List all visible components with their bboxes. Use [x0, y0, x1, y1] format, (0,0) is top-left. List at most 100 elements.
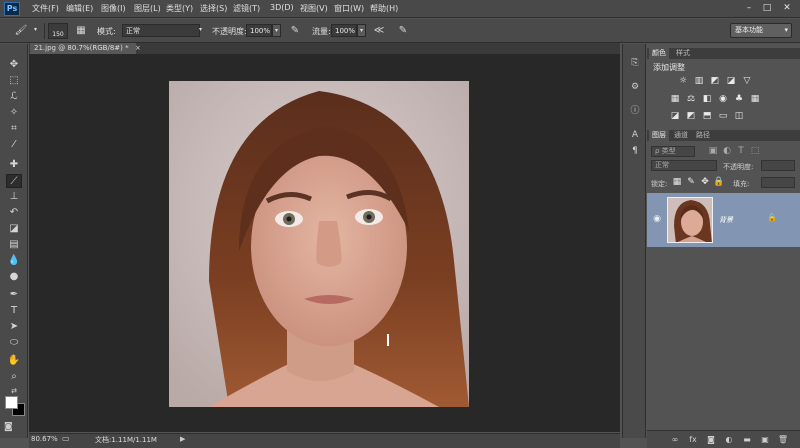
type-tool-icon[interactable]: T — [6, 304, 22, 318]
eraser-tool-icon[interactable]: ◪ — [6, 222, 22, 236]
new-adjustment-icon[interactable]: ◐ — [723, 434, 735, 445]
posterize-icon[interactable]: ◩ — [685, 111, 697, 122]
add-mask-icon[interactable]: ◙ — [705, 434, 717, 445]
brush-preset-icon[interactable]: 🖌 — [14, 24, 28, 38]
document-tab[interactable]: 21.jpg @ 80.7%(RGB/8#) * × — [30, 43, 141, 54]
airbrush-icon[interactable]: ≪ — [372, 24, 386, 38]
brightness-icon[interactable]: ☼ — [677, 76, 689, 87]
blur-tool-icon[interactable]: 💧 — [6, 254, 22, 268]
pressure-size-icon[interactable]: ✎ — [396, 24, 410, 38]
triangle-right-icon[interactable]: ▶ — [180, 435, 185, 443]
layer-row-background[interactable]: ◉ 背景 🔒 — [647, 193, 800, 247]
quick-select-tool-icon[interactable]: ✧ — [6, 106, 22, 120]
minimize-icon[interactable]: – — [742, 2, 756, 15]
delete-layer-icon[interactable]: 🗑 — [777, 434, 789, 445]
pen-tool-icon[interactable]: ✒ — [6, 288, 22, 302]
layer-opacity-field[interactable] — [761, 160, 795, 171]
channel-mixer-icon[interactable]: ♣ — [733, 94, 745, 105]
lock-image-icon[interactable]: ✎ — [685, 177, 697, 188]
tab-channels[interactable]: 通道 — [671, 130, 691, 141]
tab-color[interactable]: 颜色 — [649, 48, 669, 59]
chevron-down-icon[interactable]: ▾ — [357, 24, 366, 37]
color-lookup-icon[interactable]: ▦ — [749, 94, 761, 105]
lock-position-icon[interactable]: ✥ — [699, 177, 711, 188]
lasso-tool-icon[interactable]: ℒ — [6, 90, 22, 104]
new-layer-icon[interactable]: ▣ — [759, 434, 771, 445]
filter-type-icon[interactable]: T — [735, 146, 747, 157]
path-select-tool-icon[interactable]: ➤ — [6, 320, 22, 334]
paragraph-panel-icon[interactable]: ¶ — [627, 144, 643, 158]
info-panel-icon[interactable]: ⓘ — [627, 104, 643, 118]
properties-panel-icon[interactable]: ⚙ — [627, 80, 643, 94]
layer-style-icon[interactable]: fx — [687, 434, 699, 445]
quick-mask-icon[interactable]: ◙ — [4, 422, 13, 432]
fill-field[interactable] — [761, 177, 795, 188]
opacity-field[interactable]: 100% — [246, 24, 272, 37]
threshold-icon[interactable]: ⬒ — [701, 111, 713, 122]
pressure-opacity-icon[interactable]: ✎ — [288, 24, 302, 38]
export-icon[interactable]: ▭ — [62, 434, 70, 443]
new-group-icon[interactable]: ▬ — [741, 434, 753, 445]
menu-3d[interactable]: 3D(D) — [270, 3, 294, 12]
maximize-icon[interactable]: □ — [760, 2, 774, 15]
gradient-tool-icon[interactable]: ▤ — [6, 238, 22, 252]
exposure-icon[interactable]: ◪ — [725, 76, 737, 87]
vibrance-icon[interactable]: ▽ — [741, 76, 753, 87]
menu-file[interactable]: 文件(F) — [32, 3, 59, 14]
lock-transparent-icon[interactable]: ▦ — [671, 177, 683, 188]
history-panel-icon[interactable]: ⎘ — [627, 56, 643, 70]
menu-help[interactable]: 帮助(H) — [370, 3, 398, 14]
curves-icon[interactable]: ◩ — [709, 76, 721, 87]
menu-image[interactable]: 图像(I) — [101, 3, 126, 14]
menu-window[interactable]: 窗口(W) — [334, 3, 364, 14]
filter-adjust-icon[interactable]: ◐ — [721, 146, 733, 157]
hue-saturation-icon[interactable]: ▦ — [669, 94, 681, 105]
flow-field[interactable]: 100% — [331, 24, 357, 37]
move-tool-icon[interactable]: ✥ — [6, 58, 22, 72]
invert-icon[interactable]: ◪ — [669, 111, 681, 122]
layer-name[interactable]: 背景 — [719, 215, 733, 225]
layer-filter-select[interactable]: ρ 类型 — [651, 146, 695, 157]
filter-shape-icon[interactable]: ⬚ — [749, 146, 761, 157]
shape-tool-icon[interactable]: ⬭ — [6, 336, 22, 350]
close-icon[interactable]: ✕ — [780, 2, 794, 15]
tab-styles[interactable]: 样式 — [673, 48, 693, 59]
eyedropper-tool-icon[interactable]: ⁄ — [6, 138, 22, 152]
character-panel-icon[interactable]: A — [627, 128, 643, 142]
chevron-down-icon[interactable]: ▾ — [31, 24, 40, 37]
blend-mode-select[interactable]: 正常 — [651, 160, 717, 171]
filter-pixel-icon[interactable]: ▣ — [707, 146, 719, 157]
gradient-map-icon[interactable]: ▭ — [717, 111, 729, 122]
portrait-photo[interactable] — [169, 81, 469, 407]
menu-select[interactable]: 选择(S) — [200, 3, 227, 14]
brush-tool-icon[interactable]: ⟋ — [6, 174, 22, 188]
menu-filter[interactable]: 滤镜(T) — [233, 3, 260, 14]
levels-icon[interactable]: ▥ — [693, 76, 705, 87]
lock-all-icon[interactable]: 🔒 — [713, 177, 725, 188]
tab-paths[interactable]: 路径 — [693, 130, 713, 141]
zoom-tool-icon[interactable]: ⌕ — [6, 370, 22, 384]
marquee-tool-icon[interactable]: ⬚ — [6, 74, 22, 88]
history-brush-tool-icon[interactable]: ↶ — [6, 206, 22, 220]
menu-view[interactable]: 视图(V) — [300, 3, 328, 14]
color-balance-icon[interactable]: ⚖ — [685, 94, 697, 105]
hand-tool-icon[interactable]: ✋ — [6, 354, 22, 368]
menu-edit[interactable]: 编辑(E) — [66, 3, 93, 14]
link-layers-icon[interactable]: ∞ — [669, 434, 681, 445]
dodge-tool-icon[interactable]: ● — [6, 270, 22, 284]
mode-select[interactable]: 正常 — [122, 24, 200, 37]
black-white-icon[interactable]: ◧ — [701, 94, 713, 105]
brush-panel-icon[interactable]: ▦ — [74, 24, 88, 38]
clone-stamp-tool-icon[interactable]: ⊥ — [6, 190, 22, 204]
close-tab-icon[interactable]: × — [135, 44, 141, 52]
menu-type[interactable]: 类型(Y) — [166, 3, 193, 14]
workspace-select[interactable]: 基本功能 ▾ — [730, 23, 792, 38]
healing-brush-tool-icon[interactable]: ✚ — [6, 158, 22, 172]
crop-tool-icon[interactable]: ⌗ — [6, 122, 22, 136]
chevron-down-icon[interactable]: ▾ — [196, 24, 205, 37]
selective-color-icon[interactable]: ◫ — [733, 111, 745, 122]
photo-filter-icon[interactable]: ◉ — [717, 94, 729, 105]
zoom-level[interactable]: 80.67% — [31, 435, 58, 443]
eye-icon[interactable]: ◉ — [651, 214, 663, 226]
brush-size-picker[interactable]: 150 — [48, 23, 68, 39]
